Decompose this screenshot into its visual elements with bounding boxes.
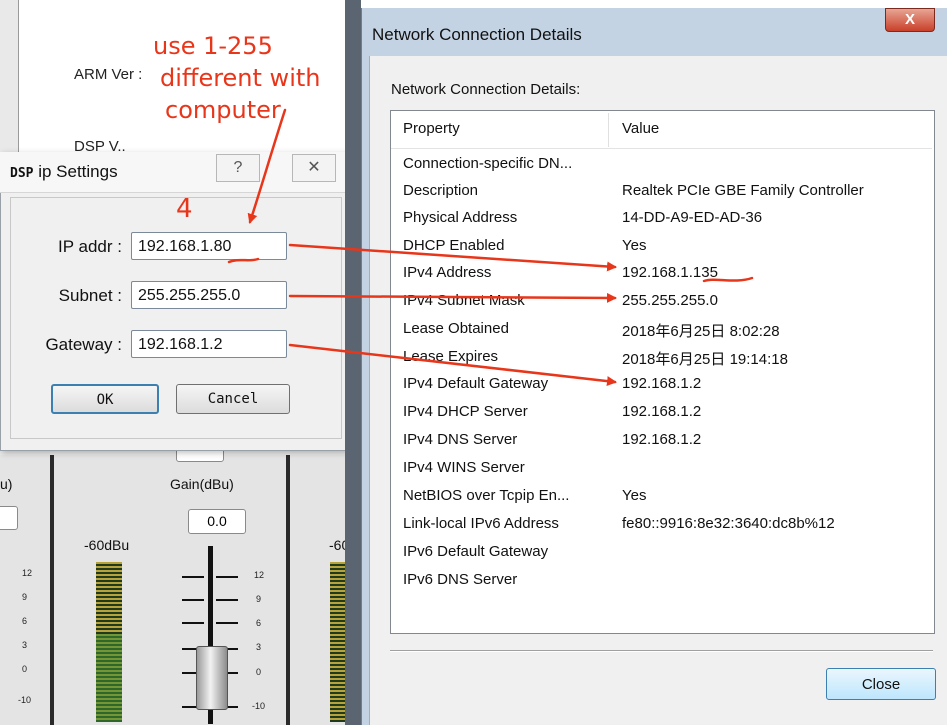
fader-knob[interactable]: [196, 646, 228, 710]
details-list-label: Network Connection Details:: [391, 81, 581, 98]
row-property: IPv6 DNS Server: [403, 571, 518, 588]
row-property: Lease Expires: [403, 348, 499, 365]
window-close-icon[interactable]: X: [885, 8, 935, 32]
ip-dialog-title: DSP ip Settings: [10, 162, 118, 182]
subnet-label: Subnet :: [58, 286, 122, 305]
row-property: IPv4 Subnet Mask: [403, 292, 525, 309]
column-header-value[interactable]: Value: [622, 120, 659, 137]
window-separator: [390, 650, 933, 652]
annotation-text: use 1-255: [153, 32, 273, 60]
row-property: IPv6 Default Gateway: [403, 543, 549, 560]
row-property: Lease Obtained: [403, 320, 509, 337]
row-value: 2018年6月25日 19:14:18: [622, 351, 788, 368]
left-strip-label: u): [0, 476, 13, 492]
scale-label: 0: [22, 664, 28, 674]
row-value: 2018年6月25日 8:02:28: [622, 323, 780, 340]
scale-label: 3: [256, 642, 262, 652]
row-value: 192.168.1.135: [622, 264, 718, 281]
row-property: DHCP Enabled: [403, 237, 505, 254]
mixer-strip-area: [0, 455, 360, 725]
row-value: 255.255.255.0: [622, 292, 718, 309]
column-header-property[interactable]: Property: [403, 120, 460, 137]
ok-button[interactable]: OK: [51, 384, 159, 414]
row-value: Realtek PCIe GBE Family Controller: [622, 182, 864, 199]
scale-label: 9: [256, 594, 262, 604]
scale-label: 12: [22, 568, 33, 578]
row-property: Physical Address: [403, 209, 518, 226]
window-gap: [345, 0, 361, 725]
row-property: IPv4 WINS Server: [403, 459, 525, 476]
help-icon[interactable]: ?: [216, 154, 260, 182]
row-value: fe80::9916:8e32:3640:dc8b%12: [622, 515, 835, 532]
gain-label: Gain(dBu): [170, 476, 234, 492]
network-details-title: Network Connection Details: [372, 25, 582, 44]
row-property: IPv4 Default Gateway: [403, 375, 549, 392]
strip-divider: [286, 455, 290, 725]
left-gain-box[interactable]: [0, 506, 18, 530]
left-scale: 12 9 6 3 0 -10: [0, 566, 40, 726]
ip-title-rest: ip Settings: [33, 162, 118, 181]
row-property: IPv4 DHCP Server: [403, 403, 528, 420]
scale-label: 9: [22, 592, 28, 602]
ip-addr-input[interactable]: 192.168.1.80: [131, 232, 287, 260]
ip-dialog-titlebar: DSP ip Settings ? ✕: [0, 152, 345, 193]
row-property: IPv4 DNS Server: [403, 431, 518, 448]
scale-label: -10: [252, 701, 266, 711]
gain-value-box[interactable]: 0.0: [188, 509, 246, 534]
fader-scale: 12 9 6 3 0 -10: [242, 566, 272, 726]
row-property: Link-local IPv6 Address: [403, 515, 559, 532]
row-value: Yes: [622, 487, 647, 504]
column-divider[interactable]: [608, 113, 609, 147]
gateway-input[interactable]: 192.168.1.2: [131, 330, 287, 358]
ip-addr-label: IP addr :: [58, 237, 122, 256]
list-header: [391, 111, 932, 149]
annotation-text: different with: [160, 64, 321, 92]
row-value: 192.168.1.2: [622, 403, 702, 420]
annotation-text: computer: [165, 96, 281, 124]
scale-label: -10: [18, 695, 32, 705]
cancel-button[interactable]: Cancel: [176, 384, 290, 414]
strip-divider: [50, 455, 54, 725]
annotation-step-number: 4: [176, 194, 193, 224]
row-value: Yes: [622, 237, 647, 254]
row-property: Description: [403, 182, 479, 199]
arm-ver-label: ARM Ver :: [74, 66, 143, 83]
scale-label: 12: [254, 570, 265, 580]
scale-label: 6: [22, 616, 28, 626]
scale-label: 3: [22, 640, 28, 650]
close-icon[interactable]: ✕: [292, 154, 336, 182]
row-property: Connection-specific DN...: [403, 155, 573, 172]
row-property: IPv4 Address: [403, 264, 492, 281]
row-property: NetBIOS over Tcpip En...: [403, 487, 570, 504]
subnet-input[interactable]: 255.255.255.0: [131, 281, 287, 309]
row-value: 192.168.1.2: [622, 375, 702, 392]
row-value: 192.168.1.2: [622, 431, 702, 448]
scale-label: 0: [256, 667, 262, 677]
meter-green-zone: [96, 562, 122, 722]
gateway-label: Gateway :: [45, 335, 122, 354]
scale-label: 6: [256, 618, 262, 628]
level-label: -60dBu: [84, 537, 130, 553]
close-button[interactable]: Close: [826, 668, 936, 700]
dsp-title-bold: DSP: [10, 166, 34, 181]
row-value: 14-DD-A9-ED-AD-36: [622, 209, 763, 226]
